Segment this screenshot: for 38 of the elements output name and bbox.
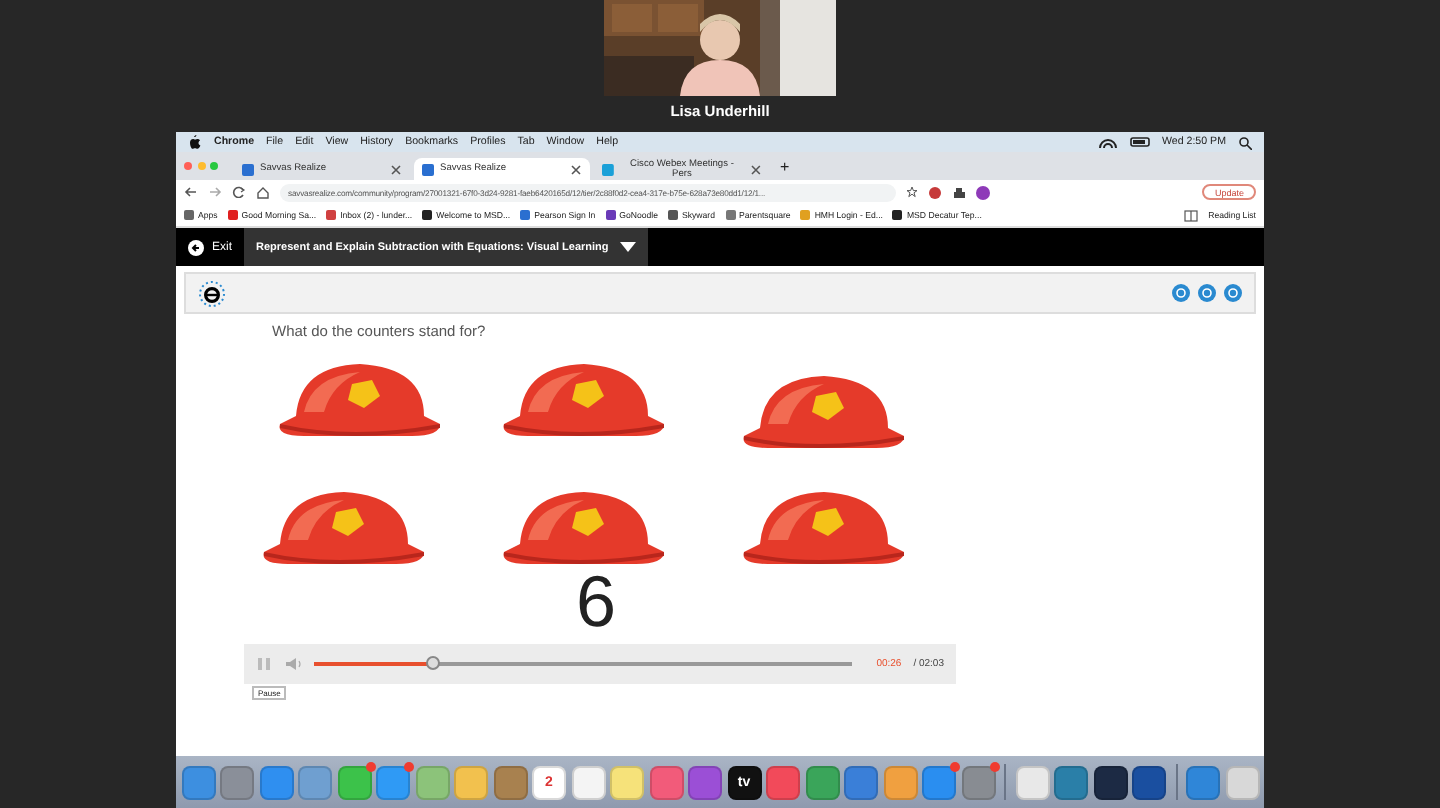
close-icon[interactable]: [390, 163, 402, 175]
progress-thumb[interactable]: [425, 656, 440, 670]
bookmark-icon: [520, 210, 531, 220]
home-icon[interactable]: [256, 185, 270, 199]
bookmark-icon: [326, 210, 337, 220]
back-arrow-icon: [188, 239, 204, 255]
bookmark-icon: [800, 210, 811, 220]
app-icon[interactable]: [1132, 765, 1166, 799]
bookmark-icon: [227, 210, 238, 220]
avatar-icon[interactable]: [976, 185, 990, 199]
forward-icon[interactable]: [208, 186, 222, 198]
bookmark-icon: [725, 210, 735, 220]
app-icon[interactable]: [1093, 765, 1127, 799]
star-icon[interactable]: [906, 186, 918, 198]
search-icon: [1238, 135, 1252, 149]
bookmark-icon: [422, 210, 433, 220]
wifi-icon: [1098, 135, 1118, 149]
answer-number: 6: [576, 564, 617, 640]
bookmark-icon: [184, 210, 194, 220]
volume-icon[interactable]: [284, 656, 302, 672]
site-icon: [242, 163, 254, 175]
caret-icon: [620, 242, 637, 252]
bookmark-icon: [605, 210, 616, 220]
reading-list-icon: [1184, 209, 1199, 221]
new-tab-button[interactable]: +: [780, 157, 790, 175]
apple-icon: [188, 134, 202, 150]
site-icon: [602, 163, 614, 175]
close-icon[interactable]: [570, 163, 582, 175]
pause-icon[interactable]: [256, 656, 272, 672]
battery-icon: [1130, 136, 1150, 148]
close-icon[interactable]: [750, 163, 762, 175]
bookmark-icon: [668, 210, 679, 220]
back-icon[interactable]: [184, 186, 198, 198]
logo-icon: [198, 279, 226, 307]
puzzle-icon[interactable]: [952, 185, 966, 199]
bookmark-icon: [892, 210, 903, 220]
reload-icon[interactable]: [232, 186, 246, 198]
site-icon: [422, 163, 434, 175]
